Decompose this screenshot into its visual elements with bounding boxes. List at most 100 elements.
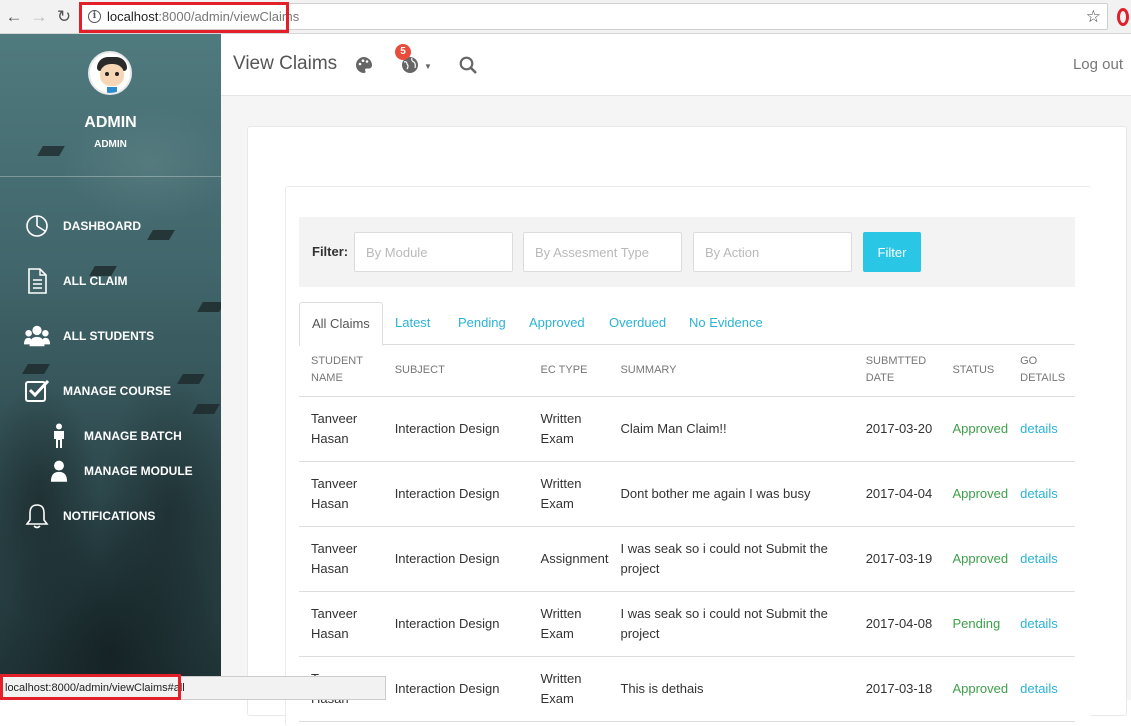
palette-icon[interactable] [355,56,373,79]
subject-cell: Interaction Design [382,656,529,722]
table-row: Tanveer Hasan Interaction Design Written… [299,591,1075,657]
sidebar-item-label: NOTIFICATIONS [63,509,156,523]
table-row: Tanveer Hasan Interaction Design Written… [299,656,1075,722]
details-link[interactable]: details [1008,461,1075,527]
column-header[interactable]: SUBMTTED DATE [853,345,941,397]
tab-latest[interactable]: Latest [383,302,442,345]
tab-no-evidence[interactable]: No Evidence [677,302,775,345]
address-bar[interactable]: i localhost:8000/admin/viewClaims ☆ [79,2,1108,33]
browser-toolbar: ← → ↻ i localhost:8000/admin/viewClaims … [0,0,1131,34]
opera-icon[interactable] [1117,8,1129,26]
summary-cell: I was seak so i could not Submit the pro… [608,526,854,592]
grad-cap-decoration [197,302,221,312]
document-icon [24,268,50,294]
date-cell: 2017-03-19 [853,526,941,592]
claims-table: STUDENT NAME SUBJECT EC TYPE SUMMARY SUB… [299,345,1075,722]
pie-chart-icon [24,213,50,239]
avatar-face [100,64,124,86]
user-icon [50,458,68,484]
sidebar-item-label: DASHBOARD [63,219,141,233]
logout-link[interactable]: Log out [1073,56,1123,73]
sidebar-item-dashboard[interactable]: DASHBOARD [24,213,141,239]
content-card: Filter: Filter All Claims Latest Pending… [247,126,1127,726]
sidebar: ADMIN ADMIN DASHBOARD ALL CLAIM ALL STUD… [0,34,221,700]
avatar-bowtie [107,87,117,93]
status-cell: Pending [940,591,1009,657]
column-header[interactable]: GO DETAILS [1008,345,1075,397]
assessment-type-filter-input[interactable] [523,232,682,272]
subject-cell: Interaction Design [382,591,529,657]
sidebar-item-manage-batch[interactable]: MANAGE BATCH [50,423,182,449]
tab-all-claims[interactable]: All Claims [299,302,383,346]
reload-icon[interactable]: ↻ [53,6,75,28]
checkbox-icon [24,378,50,404]
subject-cell: Interaction Design [382,461,529,527]
table-row: Tanveer Hasan Interaction Design Assignm… [299,526,1075,592]
filter-bar: Filter: Filter [299,217,1075,287]
student-name-cell: Tanveer Hasan [299,591,383,657]
url-host: localhost [107,9,159,24]
sidebar-item-label: MANAGE MODULE [84,464,193,478]
filter-button[interactable]: Filter [863,232,921,272]
back-icon[interactable]: ← [3,6,25,28]
column-header[interactable]: SUMMARY [608,345,854,397]
date-cell: 2017-03-18 [853,656,941,722]
column-header[interactable]: STATUS [940,345,1009,397]
summary-cell: Claim Man Claim!! [608,396,854,462]
status-cell: Approved [940,461,1009,527]
summary-cell: This is dethais [608,656,854,722]
column-header[interactable]: SUBJECT [382,345,529,397]
users-icon [24,323,50,349]
sidebar-item-label: MANAGE COURSE [63,384,172,398]
status-cell: Approved [940,656,1009,722]
ec-type-cell: Written Exam [528,461,609,527]
summary-cell: Dont bother me again I was busy [608,461,854,527]
details-link[interactable]: details [1008,591,1075,657]
column-header[interactable]: EC TYPE [528,345,609,397]
chevron-down-icon[interactable]: ▼ [424,62,432,71]
main-content: Filter: Filter All Claims Latest Pending… [221,96,1131,726]
table-header-row: STUDENT NAME SUBJECT EC TYPE SUMMARY SUB… [299,345,1075,397]
person-icon [50,423,68,449]
sidebar-item-notifications[interactable]: NOTIFICATIONS [24,503,155,529]
details-link[interactable]: details [1008,656,1075,722]
filter-label: Filter: [312,244,349,259]
status-cell: Approved [940,396,1009,462]
claims-panel: Filter: Filter All Claims Latest Pending… [285,186,1091,726]
info-icon[interactable]: i [88,10,101,23]
subject-cell: Interaction Design [382,526,529,592]
search-icon[interactable] [459,56,477,79]
ec-type-cell: Written Exam [528,656,609,722]
date-cell: 2017-04-04 [853,461,941,527]
column-header[interactable]: STUDENT NAME [299,345,383,397]
sidebar-item-manage-module[interactable]: MANAGE MODULE [50,458,193,484]
tab-pending[interactable]: Pending [446,302,518,345]
student-name-cell: Tanveer Hasan [299,461,383,527]
ec-type-cell: Written Exam [528,396,609,462]
avatar[interactable] [88,51,132,95]
date-cell: 2017-04-08 [853,591,941,657]
details-link[interactable]: details [1008,526,1075,592]
date-cell: 2017-03-20 [853,396,941,462]
details-link[interactable]: details [1008,396,1075,462]
tab-approved[interactable]: Approved [517,302,597,345]
browser-status-bar: localhost:8000/admin/viewClaims#all [0,676,386,700]
table-row: Tanveer Hasan Interaction Design Written… [299,396,1075,462]
ec-type-cell: Assignment [528,526,609,592]
student-name-cell: Tanveer Hasan [299,526,383,592]
forward-icon[interactable]: → [28,6,50,28]
sidebar-divider [0,176,221,177]
action-filter-input[interactable] [693,232,852,272]
user-name: ADMIN [84,114,137,131]
sidebar-item-all-claim[interactable]: ALL CLAIM [24,268,127,294]
tab-overdued[interactable]: Overdued [597,302,678,345]
module-filter-input[interactable] [354,232,513,272]
url-text[interactable]: localhost:8000/admin/viewClaims [107,9,299,24]
table-row: Tanveer Hasan Interaction Design Written… [299,461,1075,527]
sidebar-item-manage-course[interactable]: MANAGE COURSE [24,378,171,404]
top-header: View Claims ▼ 5 Log out [221,34,1131,96]
notification-badge: 5 [395,44,411,60]
sidebar-item-all-students[interactable]: ALL STUDENTS [24,323,154,349]
bookmark-star-icon[interactable]: ☆ [1086,7,1101,27]
claims-tabs: All Claims Latest Pending Approved Overd… [299,302,1075,346]
